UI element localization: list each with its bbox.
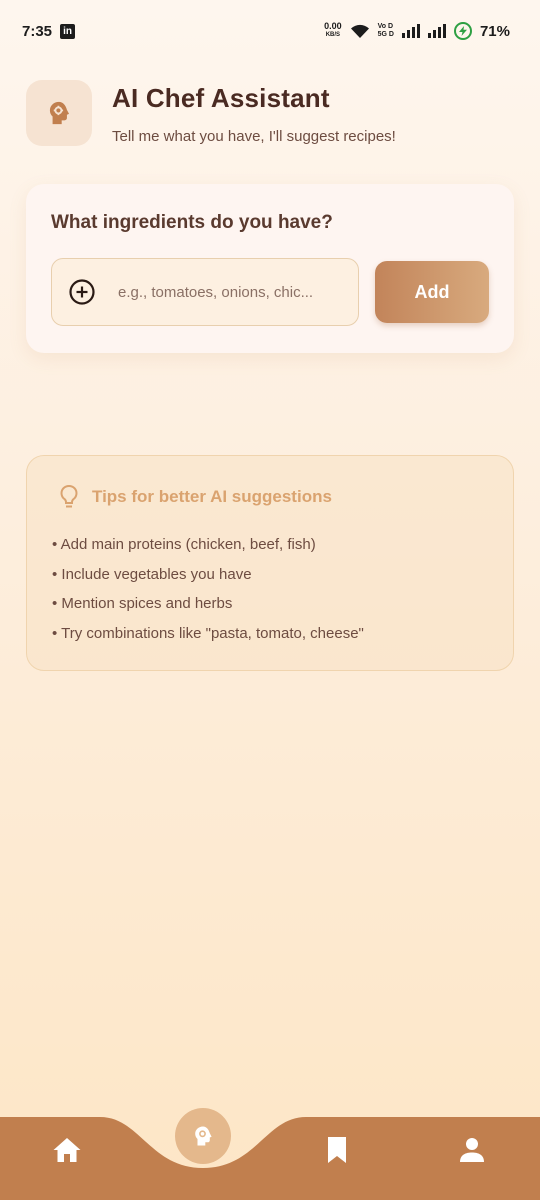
header-text: AI Chef Assistant Tell me what you have,… <box>112 83 396 145</box>
chef-brain-icon <box>49 101 70 125</box>
nav-profile[interactable] <box>456 1134 488 1166</box>
tip-item: • Add main proteins (chicken, beef, fish… <box>52 536 316 553</box>
lightbulb-icon <box>60 484 78 508</box>
network-speed-value: 0.00 <box>324 21 342 31</box>
network-speed: 0.00 KB/S <box>324 22 342 40</box>
add-circle-icon <box>69 279 95 305</box>
network-label-top: Vo D <box>377 23 394 30</box>
nav-saved[interactable] <box>322 1134 352 1166</box>
ingredients-card: What ingredients do you have? Add <box>26 184 514 353</box>
tips-header: Tips for better AI suggestions <box>52 484 488 510</box>
signal-strength-icon-2 <box>427 24 446 38</box>
linkedin-icon: in <box>60 23 76 39</box>
status-right: 0.00 KB/S Vo D 5G D 71% <box>324 22 510 40</box>
tips-list: • Add main proteins (chicken, beef, fish… <box>52 530 488 648</box>
app-header: AI Chef Assistant Tell me what you have,… <box>26 80 396 146</box>
network-speed-unit: KB/S <box>325 32 341 38</box>
chef-brain-icon <box>195 1126 212 1146</box>
charging-bolt-icon <box>458 26 467 36</box>
add-button[interactable]: Add <box>375 261 489 323</box>
tip-item: • Try combinations like "pasta, tomato, … <box>52 624 364 642</box>
bottom-navigation <box>0 1100 540 1200</box>
ingredient-input-row: Add <box>51 258 489 326</box>
tip-item: • Mention spices and herbs <box>52 595 233 612</box>
ingredient-input-container[interactable] <box>51 258 359 326</box>
page-title: AI Chef Assistant <box>112 83 330 113</box>
ingredient-input[interactable] <box>118 283 354 301</box>
page-subtitle: Tell me what you have, I'll suggest reci… <box>112 128 396 145</box>
nav-ai-chef[interactable] <box>175 1108 231 1164</box>
network-label-bottom: 5G D <box>377 31 394 38</box>
tip-item: • Include vegetables you have <box>52 565 252 583</box>
home-icon <box>53 1138 81 1162</box>
signal-strength-icon <box>401 24 420 38</box>
battery-icon <box>453 22 472 40</box>
status-time: 7:35 <box>22 22 53 40</box>
wifi-icon <box>350 24 369 38</box>
ingredients-card-title: What ingredients do you have? <box>51 212 333 233</box>
status-bar: 7:35 in 0.00 KB/S Vo D 5G D 71% <box>0 0 540 62</box>
tips-title: Tips for better AI suggestions <box>92 487 332 506</box>
nav-home[interactable] <box>50 1134 84 1166</box>
profile-icon <box>460 1138 484 1162</box>
header-logo <box>26 80 92 146</box>
battery-percentage: 71% <box>479 22 510 40</box>
status-left: 7:35 in <box>22 22 76 40</box>
network-type-label: Vo D 5G D <box>378 23 394 39</box>
bookmark-icon <box>328 1137 346 1163</box>
tips-card: Tips for better AI suggestions • Add mai… <box>26 455 514 671</box>
